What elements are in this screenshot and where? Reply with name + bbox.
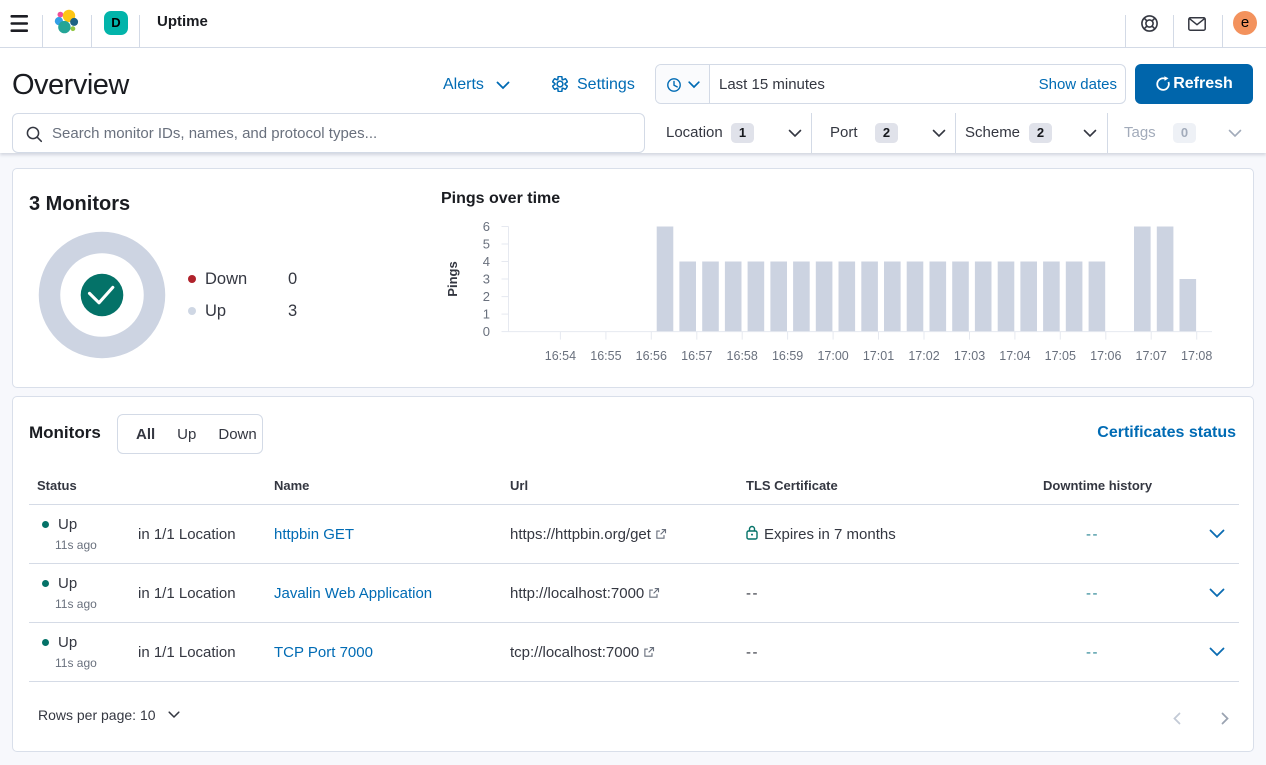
svg-text:17:08: 17:08 xyxy=(1181,349,1212,363)
svg-text:16:55: 16:55 xyxy=(590,349,621,363)
svg-text:16:58: 16:58 xyxy=(727,349,758,363)
svg-text:16:59: 16:59 xyxy=(772,349,803,363)
svg-text:17:06: 17:06 xyxy=(1090,349,1121,363)
svg-text:0: 0 xyxy=(483,324,490,339)
svg-text:17:00: 17:00 xyxy=(817,349,848,363)
svg-text:17:04: 17:04 xyxy=(999,349,1030,363)
svg-text:17:02: 17:02 xyxy=(908,349,939,363)
svg-text:3: 3 xyxy=(483,272,490,287)
svg-text:17:01: 17:01 xyxy=(863,349,894,363)
svg-text:5: 5 xyxy=(483,237,490,252)
svg-text:4: 4 xyxy=(483,254,490,269)
svg-text:16:56: 16:56 xyxy=(636,349,667,363)
svg-text:1: 1 xyxy=(483,307,490,322)
svg-text:2: 2 xyxy=(483,289,490,304)
svg-text:17:07: 17:07 xyxy=(1136,349,1167,363)
svg-text:16:57: 16:57 xyxy=(681,349,712,363)
svg-text:Pings: Pings xyxy=(445,261,460,296)
svg-text:17:03: 17:03 xyxy=(954,349,985,363)
svg-text:6: 6 xyxy=(483,219,490,234)
svg-text:16:54: 16:54 xyxy=(545,349,576,363)
svg-text:17:05: 17:05 xyxy=(1045,349,1076,363)
